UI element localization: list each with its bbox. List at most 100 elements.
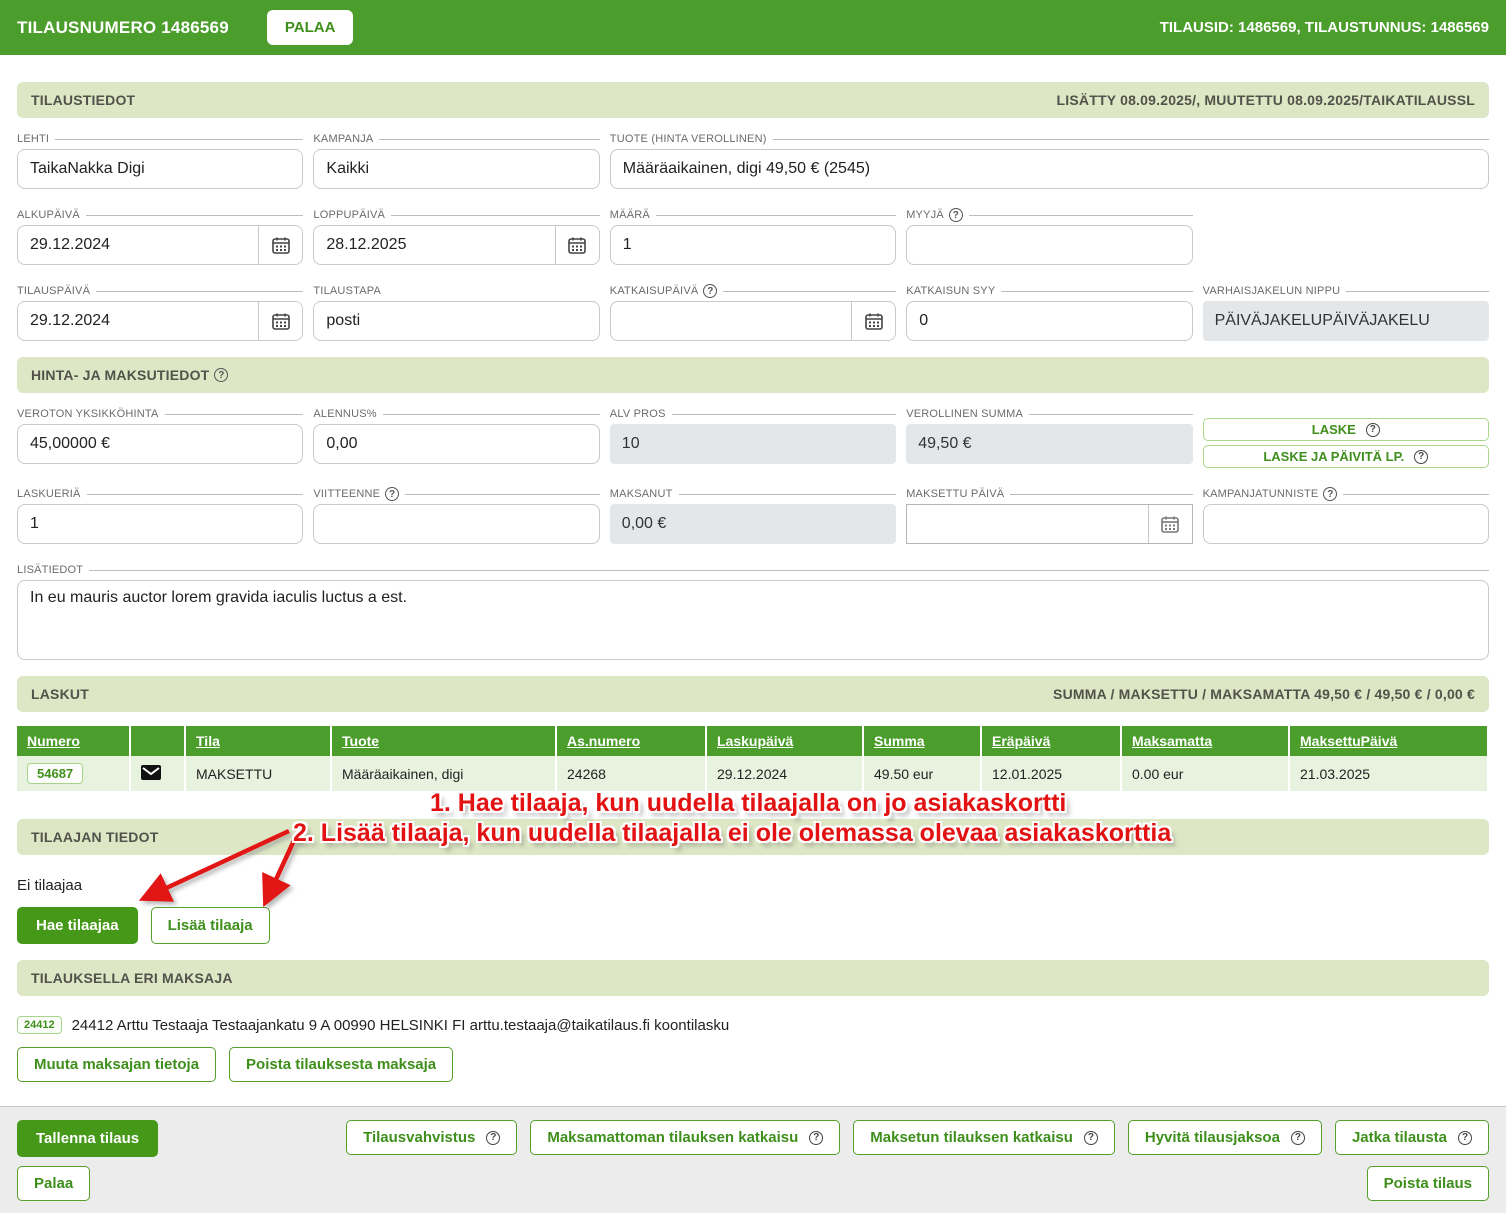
- tilaustapa-select[interactable]: posti: [313, 301, 599, 341]
- invoice-paid-date: 21.03.2025: [1289, 756, 1488, 791]
- loppupaiva-input[interactable]: 28.12.2025: [313, 225, 599, 265]
- palaa-top-button[interactable]: PALAA: [267, 10, 354, 45]
- poista-tilauksesta-maksaja-button[interactable]: Poista tilauksesta maksaja: [229, 1047, 453, 1082]
- field-lisatiedot: LISÄTIEDOT In eu mauris auctor lorem gra…: [17, 562, 1489, 660]
- myyja-input[interactable]: [906, 225, 1192, 265]
- help-icon: ?: [1291, 1131, 1305, 1145]
- subscriber-zone: 1. Hae tilaaja, kun uudella tilaajalla o…: [17, 819, 1489, 944]
- help-icon: ?: [809, 1131, 823, 1145]
- invoice-number-badge[interactable]: 54687: [27, 763, 83, 784]
- calendar-icon[interactable]: [555, 226, 599, 264]
- field-maksettu-paiva: MAKSETTU PÄIVÄ: [906, 486, 1192, 544]
- section-meta: LISÄTTY 08.09.2025/, MUUTETTU 08.09.2025…: [1057, 92, 1475, 108]
- varhaisjakelun-nippu-value: PÄIVÄJAKELUPÄIVÄJAKELU: [1203, 301, 1489, 341]
- help-icon: ?: [486, 1131, 500, 1145]
- order-page: TILAUSNUMERO 1486569 PALAA TILAUSID: 148…: [0, 0, 1506, 1213]
- payer-badge[interactable]: 24412: [17, 1016, 62, 1034]
- section-title: TILAUKSELLA ERI MAKSAJA: [31, 970, 233, 986]
- field-varhaisjakelun-nippu: VARHAISJAKELUN NIPPU PÄIVÄJAKELUPÄIVÄJAK…: [1203, 283, 1489, 341]
- invoice-product: Määräaikainen, digi: [331, 756, 556, 791]
- field-tilaustapa: TILAUSTAPA posti: [313, 283, 599, 341]
- calendar-icon[interactable]: [258, 302, 302, 340]
- payer-buttons: Muuta maksajan tietoja Poista tilauksest…: [17, 1047, 1489, 1082]
- help-icon: ?: [703, 284, 717, 298]
- alennus-input[interactable]: 0,00: [313, 424, 599, 464]
- field-loppupaiva: LOPPUPÄIVÄ 28.12.2025: [313, 207, 599, 265]
- order-number: 1486569: [161, 18, 229, 37]
- alkupaiva-input[interactable]: 29.12.2024: [17, 225, 303, 265]
- section-maksaja: TILAUKSELLA ERI MAKSAJA: [17, 960, 1489, 996]
- hyvita-tilausjaksoa-button[interactable]: Hyvitä tilausjaksoa?: [1128, 1120, 1322, 1155]
- top-bar: TILAUSNUMERO 1486569 PALAA TILAUSID: 148…: [0, 0, 1506, 55]
- col-maksettupaiva[interactable]: MaksettuPäivä: [1289, 726, 1488, 756]
- field-katkaisupaiva: KATKAISUPÄIVÄ?: [610, 283, 896, 341]
- laske-button-group: LASKE? LASKE JA PÄIVITÄ LP.?: [1203, 418, 1489, 468]
- invoice-table-header: Numero Tila Tuote As.numero Laskupäivä S…: [17, 726, 1488, 756]
- laske-button[interactable]: LASKE?: [1203, 418, 1489, 441]
- field-myyja: MYYJÄ?: [906, 207, 1192, 265]
- invoice-sum: 49.50 eur: [863, 756, 981, 791]
- laskueria-input[interactable]: 1: [17, 504, 303, 544]
- col-summa[interactable]: Summa: [863, 726, 981, 756]
- col-numero[interactable]: Numero: [17, 726, 130, 756]
- calendar-icon[interactable]: [258, 226, 302, 264]
- section-hinta: HINTA- JA MAKSUTIEDOT ?: [17, 357, 1489, 393]
- field-viitteenne: VIITTEENNE?: [313, 486, 599, 544]
- hae-tilaajaa-button[interactable]: Hae tilaajaa: [17, 907, 138, 944]
- field-alennus: ALENNUS% 0,00: [313, 406, 599, 468]
- section-laskut: LASKUT SUMMA / MAKSETTU / MAKSAMATTA 49,…: [17, 676, 1489, 712]
- jatka-tilausta-button[interactable]: Jatka tilausta?: [1335, 1120, 1489, 1155]
- col-as-numero[interactable]: As.numero: [556, 726, 706, 756]
- lisaa-tilaaja-button[interactable]: Lisää tilaaja: [151, 907, 270, 944]
- kampanja-input[interactable]: Kaikki: [313, 149, 599, 189]
- katkaisupaiva-input[interactable]: [610, 301, 896, 341]
- section-title: TILAUSTIEDOT: [31, 92, 135, 108]
- annotation-line-1: 1. Hae tilaaja, kun uudella tilaajalla o…: [430, 789, 1066, 818]
- no-subscriber-text: Ei tilaajaa: [17, 877, 1489, 894]
- viitteenne-input[interactable]: [313, 504, 599, 544]
- invoice-due-date: 12.01.2025: [981, 756, 1121, 791]
- col-laskupaiva[interactable]: Laskupäivä: [706, 726, 863, 756]
- col-erapaiva[interactable]: Eräpäivä: [981, 726, 1121, 756]
- tuote-input[interactable]: Määräaikainen, digi 49,50 € (2545): [610, 149, 1489, 189]
- lehti-input[interactable]: TaikaNakka Digi: [17, 149, 303, 189]
- invoice-table: Numero Tila Tuote As.numero Laskupäivä S…: [17, 726, 1489, 791]
- maara-input[interactable]: 1: [610, 225, 896, 265]
- section-title: TILAAJAN TIEDOT: [31, 829, 158, 845]
- kampanjatunniste-input[interactable]: [1203, 504, 1489, 544]
- help-icon: ?: [1414, 450, 1428, 464]
- field-maara: MÄÄRÄ 1: [610, 207, 896, 265]
- field-maksanut: MAKSANUT 0,00 €: [610, 486, 896, 544]
- field-lehti: LEHTI TaikaNakka Digi: [17, 131, 303, 189]
- laskut-summary: SUMMA / MAKSETTU / MAKSAMATTA 49,50 € / …: [1053, 686, 1475, 702]
- page-title: TILAUSNUMERO 1486569: [17, 18, 229, 38]
- envelope-icon[interactable]: [141, 765, 161, 783]
- muuta-maksajan-tietoja-button[interactable]: Muuta maksajan tietoja: [17, 1047, 216, 1082]
- alv-pros-value: 10: [610, 424, 896, 464]
- tallenna-tilaus-button[interactable]: Tallenna tilaus: [17, 1120, 158, 1157]
- tilauspaiva-input[interactable]: 29.12.2024: [17, 301, 303, 341]
- maksettu-paiva-input[interactable]: [906, 504, 1192, 544]
- calendar-icon[interactable]: [851, 302, 895, 340]
- maksetun-katkaisu-button[interactable]: Maksetun tilauksen katkaisu?: [853, 1120, 1115, 1155]
- maksamattoman-katkaisu-button[interactable]: Maksamattoman tilauksen katkaisu?: [530, 1120, 840, 1155]
- help-icon: ?: [1323, 487, 1337, 501]
- col-icon: [130, 726, 185, 756]
- tilausvahvistus-button[interactable]: Tilausvahvistus?: [346, 1120, 517, 1155]
- veroton-yksikkohinta-input[interactable]: 45,00000 €: [17, 424, 303, 464]
- col-maksamatta[interactable]: Maksamatta: [1121, 726, 1289, 756]
- col-tila[interactable]: Tila: [185, 726, 331, 756]
- field-laskueria: LASKUERIÄ 1: [17, 486, 303, 544]
- invoice-row: 54687 MAKSETTU Määräaikainen, digi 24268…: [17, 756, 1488, 791]
- laske-ja-paivita-button[interactable]: LASKE JA PÄIVITÄ LP.?: [1203, 445, 1489, 468]
- lisatiedot-textarea[interactable]: In eu mauris auctor lorem gravida iaculi…: [17, 580, 1489, 660]
- palaa-bottom-button[interactable]: Palaa: [17, 1166, 90, 1201]
- field-tilauspaiva: TILAUSPÄIVÄ 29.12.2024: [17, 283, 303, 341]
- calendar-icon[interactable]: [1148, 505, 1192, 543]
- annotation-line-2: 2. Lisää tilaaja, kun uudella tilaajalla…: [293, 819, 1171, 848]
- katkaisun-syy-input[interactable]: 0: [906, 301, 1192, 341]
- poista-tilaus-button[interactable]: Poista tilaus: [1367, 1166, 1489, 1201]
- col-tuote[interactable]: Tuote: [331, 726, 556, 756]
- invoice-unpaid: 0.00 eur: [1121, 756, 1289, 791]
- field-kampanja: KAMPANJA Kaikki: [313, 131, 599, 189]
